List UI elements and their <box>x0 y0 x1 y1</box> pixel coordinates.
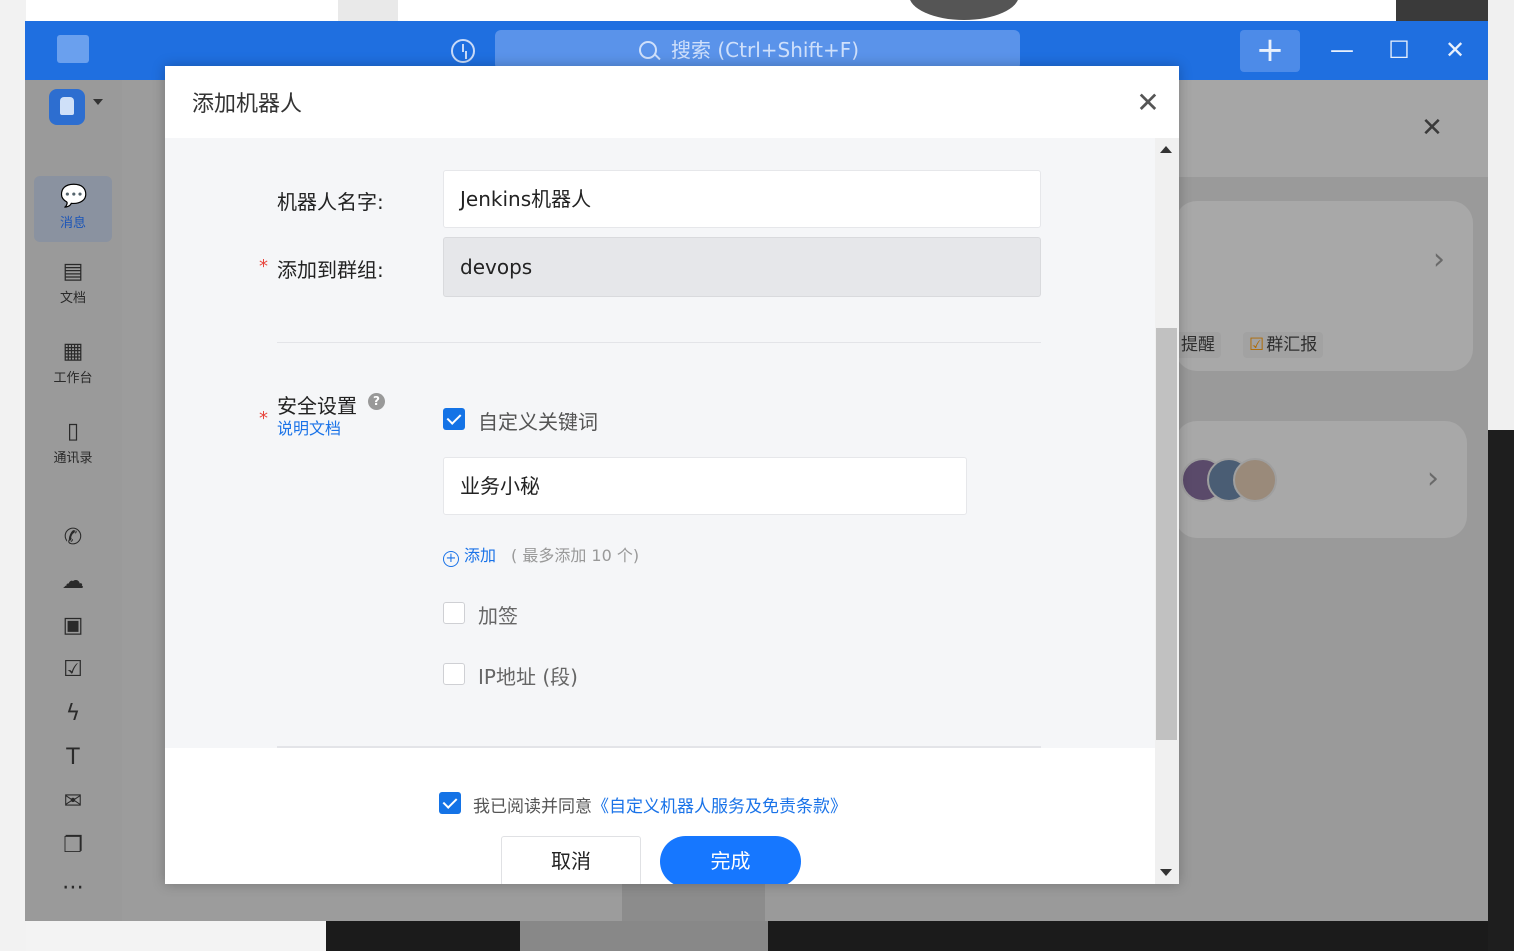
taskbar-mid <box>520 920 768 951</box>
divider <box>277 746 1041 748</box>
robot-name-input[interactable]: Jenkins机器人 <box>443 170 1041 228</box>
desktop-background-left <box>0 0 26 951</box>
ip-option-label[interactable]: IP地址 (段) <box>478 661 578 690</box>
desktop-background-top <box>26 0 1396 22</box>
dialog-header <box>165 66 1179 138</box>
group-label: 添加到群组: <box>277 258 384 282</box>
scroll-up-arrow[interactable] <box>1160 146 1172 153</box>
agree-prefix: 我已阅读并同意 <box>473 797 592 817</box>
required-marker: * <box>259 256 268 277</box>
desktop-background-window <box>338 0 398 22</box>
add-robot-dialog: 添加机器人 ✕ 机器人名字: Jenkins机器人 * 添加到群组: devop… <box>165 66 1179 884</box>
scrollbar-thumb[interactable] <box>1156 328 1177 740</box>
terms-link[interactable]: 《自定义机器人服务及免责条款》 <box>592 797 847 817</box>
docs-link[interactable]: 说明文档 <box>277 415 341 439</box>
taskbar-left <box>26 920 326 951</box>
ip-checkbox[interactable] <box>443 663 465 685</box>
done-button[interactable]: 完成 <box>660 836 801 884</box>
group-field: devops <box>443 237 1041 297</box>
divider <box>277 342 1041 343</box>
keyword-option-label[interactable]: 自定义关键词 <box>478 406 598 435</box>
dialog-title: 添加机器人 <box>192 92 303 117</box>
add-keyword-label: 添加 <box>464 546 497 565</box>
robot-name-label: 机器人名字: <box>277 190 384 214</box>
close-icon[interactable]: ✕ <box>1133 88 1163 118</box>
robot-avatar-peek <box>905 0 1025 22</box>
desktop-background-right <box>1488 0 1514 430</box>
add-keyword-button[interactable]: + 添加 <box>443 542 496 567</box>
dialog-body <box>165 138 1155 748</box>
keyword-checkbox[interactable] <box>443 408 465 430</box>
desktop-background-right-dark <box>1488 430 1514 951</box>
add-keyword-hint: ( 最多添加 10 个) <box>511 546 640 565</box>
plus-circle-icon: + <box>443 551 459 567</box>
agree-checkbox[interactable] <box>439 792 461 814</box>
scroll-down-arrow[interactable] <box>1160 869 1172 876</box>
cancel-button[interactable]: 取消 <box>501 836 641 884</box>
sign-checkbox[interactable] <box>443 602 465 624</box>
help-icon[interactable]: ? <box>368 393 385 410</box>
keyword-input[interactable]: 业务小秘 <box>443 457 967 515</box>
sign-option-label[interactable]: 加签 <box>478 600 518 629</box>
required-marker: * <box>259 408 268 429</box>
dingtalk-window: 搜索 (Ctrl+Shift+F) + — ☐ ✕ 💬 消息 ▤ 文档 ▦ 工作… <box>25 21 1488 921</box>
agree-text: 我已阅读并同意《自定义机器人服务及免责条款》 <box>473 792 847 817</box>
